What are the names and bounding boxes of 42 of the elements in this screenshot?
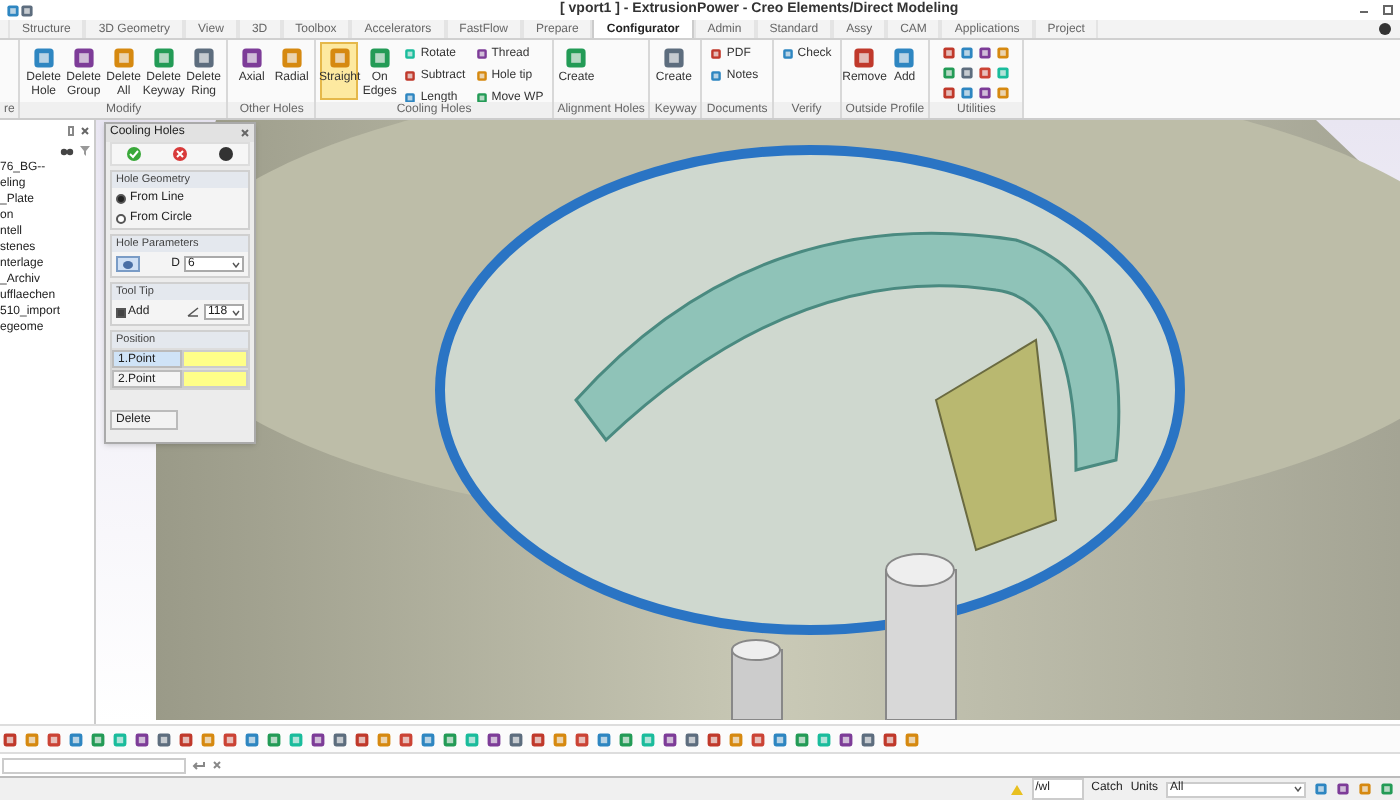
tool-icon bbox=[404, 48, 417, 60]
tool-icon bbox=[151, 46, 176, 70]
enter-icon[interactable] bbox=[192, 759, 206, 771]
tool-icon bbox=[781, 48, 794, 60]
close-icon[interactable] bbox=[240, 128, 250, 138]
tool-icon bbox=[191, 46, 216, 70]
point-input[interactable] bbox=[182, 370, 248, 388]
tool-icon bbox=[475, 70, 488, 82]
close-icon[interactable] bbox=[212, 760, 222, 770]
tool-icon bbox=[710, 48, 723, 60]
filter-icon[interactable] bbox=[80, 145, 90, 155]
tool-icon bbox=[852, 46, 877, 70]
tool-icon bbox=[111, 46, 136, 70]
tool-icon bbox=[367, 46, 392, 70]
tool-icon bbox=[564, 46, 589, 70]
tool-icon bbox=[475, 92, 488, 102]
tool-icon bbox=[404, 70, 417, 82]
tool-icon bbox=[404, 92, 417, 102]
tool-icon bbox=[327, 46, 352, 70]
warning-icon bbox=[1009, 783, 1024, 795]
tool-icon bbox=[239, 46, 264, 70]
hole-icon bbox=[122, 259, 134, 269]
tool-icon bbox=[71, 46, 96, 70]
tool-icon bbox=[710, 70, 723, 82]
tool-icon bbox=[892, 46, 917, 70]
binoculars-icon[interactable] bbox=[60, 145, 74, 155]
command-input[interactable] bbox=[2, 757, 186, 773]
chevron-icon bbox=[1294, 786, 1302, 792]
hole-type-button[interactable] bbox=[116, 256, 140, 272]
point-input[interactable] bbox=[182, 350, 248, 368]
tool-icon bbox=[475, 48, 488, 60]
tool-icon bbox=[279, 46, 304, 70]
chevron-icon bbox=[232, 309, 240, 315]
tool-icon bbox=[31, 46, 56, 70]
angle-icon bbox=[186, 306, 200, 318]
maximize-icon[interactable] bbox=[1382, 4, 1394, 16]
tool-icon bbox=[661, 46, 686, 70]
close-icon[interactable] bbox=[80, 125, 90, 135]
cancel-icon[interactable] bbox=[171, 146, 188, 162]
pin-icon[interactable] bbox=[68, 125, 74, 135]
ok-icon[interactable] bbox=[126, 146, 143, 162]
chevron-icon bbox=[232, 261, 240, 267]
